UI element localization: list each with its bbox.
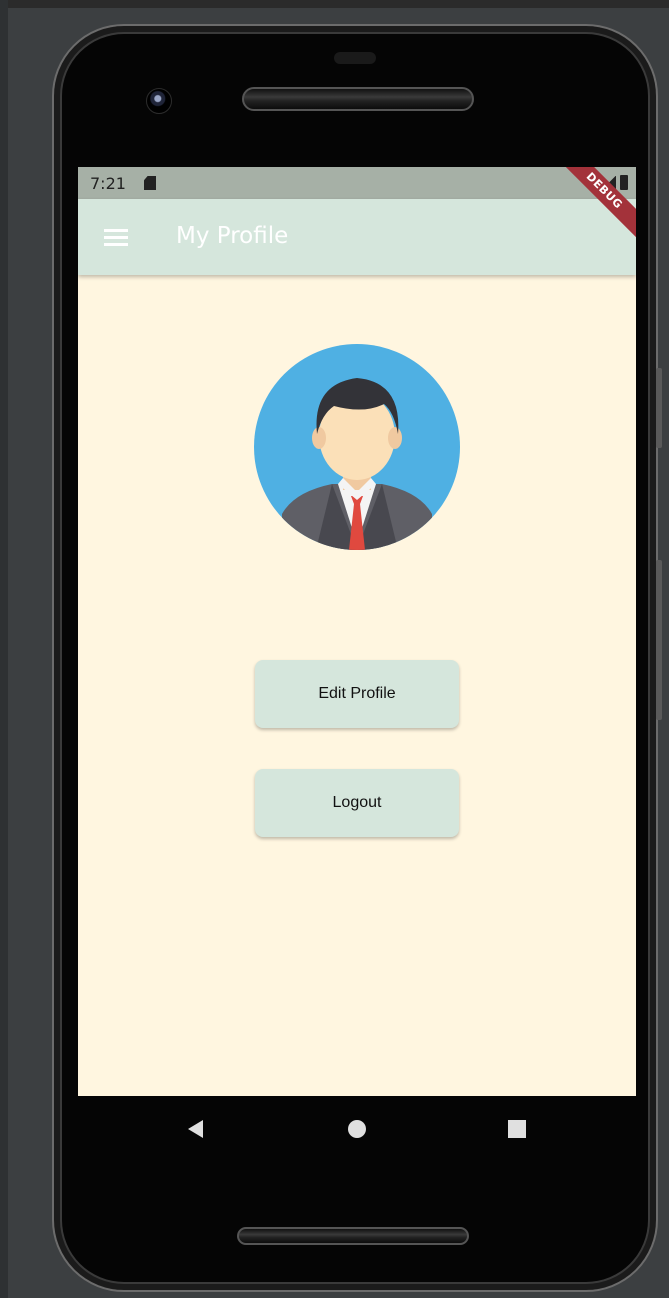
front-camera-icon: [146, 88, 172, 114]
hamburger-menu-icon[interactable]: [104, 229, 128, 246]
phone-earpiece-speaker: [242, 87, 474, 111]
status-bar: 7:21: [78, 167, 636, 199]
user-avatar-icon: [254, 344, 460, 550]
logout-button[interactable]: Logout: [255, 769, 459, 837]
system-nav-bar: [0, 1096, 669, 1176]
sd-card-icon: [144, 176, 156, 190]
phone-side-button-power: [656, 368, 662, 448]
back-triangle-icon[interactable]: [188, 1120, 203, 1138]
app-bar: My Profile: [78, 199, 636, 275]
phone-bottom-speaker: [237, 1227, 469, 1245]
phone-side-button-volume: [656, 560, 662, 720]
battery-icon: [620, 175, 628, 190]
phone-screen: 7:21 My Profile DEBUG Edit Profile Logou…: [78, 167, 636, 1096]
phone-top-sensor: [334, 52, 376, 64]
window-top-strip: [0, 0, 669, 8]
recents-square-icon[interactable]: [508, 1120, 526, 1138]
page-title: My Profile: [176, 223, 289, 249]
edit-profile-button[interactable]: Edit Profile: [255, 660, 459, 728]
avatar-illustration: [282, 378, 432, 550]
home-circle-icon[interactable]: [348, 1120, 366, 1138]
status-time: 7:21: [90, 174, 126, 193]
